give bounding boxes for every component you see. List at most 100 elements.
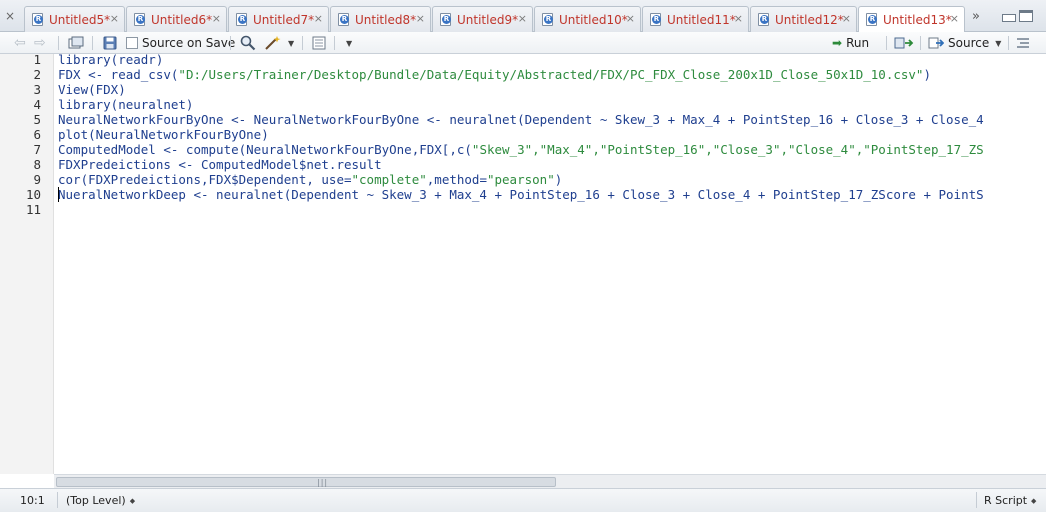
r-document-icon: R	[31, 12, 45, 27]
run-button[interactable]: ➡ Run	[832, 35, 869, 51]
tab-bar: × R Untitled5* × R Untitled6* × R Untitl…	[0, 0, 1046, 33]
forward-arrow-icon: ⇨	[34, 35, 46, 51]
status-divider	[976, 492, 977, 508]
close-tab-icon[interactable]: ×	[314, 13, 323, 25]
tab-label: Untitled13*	[883, 13, 952, 27]
outline-icon	[1017, 38, 1029, 48]
close-tab-icon[interactable]: ×	[950, 13, 959, 25]
r-document-icon: R	[235, 12, 249, 27]
r-document-icon: R	[133, 12, 147, 27]
text-cursor	[58, 187, 59, 202]
close-tab-icon[interactable]: ×	[110, 13, 119, 25]
code-line: library(neuralnet)	[58, 97, 194, 112]
magic-wand-icon	[265, 36, 281, 50]
toolbar-divider	[302, 36, 303, 50]
maximize-pane-icon[interactable]	[1019, 10, 1033, 22]
grip-icon: |||	[317, 478, 329, 487]
code-line: View(FDX)	[58, 82, 126, 97]
tab-label: Untitled7*	[253, 12, 315, 27]
back-button[interactable]: ⇦	[14, 35, 26, 51]
toolbar-divider	[230, 36, 231, 50]
tab-untitled8[interactable]: R Untitled8* ×	[330, 6, 431, 32]
r-document-icon: R	[337, 12, 351, 27]
r-document-icon: R	[649, 12, 663, 27]
chevron-down-icon: ▼	[995, 38, 1002, 48]
line-number: 8	[33, 157, 41, 172]
more-options-button[interactable]: ▼	[346, 35, 352, 51]
code-area[interactable]: library(readr) FDX <- read_csv("D:/Users…	[58, 54, 1046, 474]
toolbar-divider	[920, 36, 921, 50]
line-number: 9	[33, 172, 41, 187]
close-tab-icon[interactable]: ×	[626, 13, 635, 25]
code-line: NeuralNetworkFourByOne <- NeuralNetworkF…	[58, 112, 984, 127]
tab-untitled13[interactable]: R Untitled13* ×	[858, 6, 965, 33]
language-label: R Script	[984, 494, 1028, 507]
tab-untitled6[interactable]: R Untitled6* ×	[126, 6, 227, 32]
line-number: 5	[33, 112, 41, 127]
horizontal-scrollbar[interactable]: |||	[54, 474, 1046, 488]
code-line: ComputedModel <- compute(NeuralNetworkFo…	[58, 142, 984, 157]
tab-untitled5[interactable]: R Untitled5* ×	[24, 6, 125, 32]
show-in-window-icon	[68, 36, 84, 49]
search-icon	[240, 35, 256, 51]
document-outline-button[interactable]	[1016, 35, 1030, 51]
tab-untitled7[interactable]: R Untitled7* ×	[228, 6, 329, 32]
tab-label: Untitled10*	[559, 12, 628, 27]
tab-overflow-icon[interactable]: »	[972, 9, 980, 24]
find-replace-button[interactable]	[240, 35, 256, 51]
line-number: 11	[25, 202, 41, 217]
close-tab-icon[interactable]: ×	[842, 13, 851, 25]
code-tools-button[interactable]: ▼	[264, 35, 294, 51]
forward-button[interactable]: ⇨	[34, 35, 46, 51]
close-tab-icon[interactable]: ×	[518, 13, 527, 25]
scrollbar-thumb[interactable]: |||	[56, 477, 556, 487]
tab-untitled9[interactable]: R Untitled9* ×	[432, 6, 533, 32]
toolbar-divider	[58, 36, 59, 50]
tab-untitled12[interactable]: R Untitled12* ×	[750, 6, 857, 32]
status-divider	[57, 492, 58, 508]
rerun-icon	[894, 37, 914, 49]
tab-untitled11[interactable]: R Untitled11* ×	[642, 6, 749, 32]
scope-label: (Top Level)	[66, 494, 126, 507]
r-document-icon: R	[541, 12, 555, 27]
toolbar-divider	[92, 36, 93, 50]
close-tab-icon[interactable]: ×	[212, 13, 221, 25]
code-line: FDX <- read_csv("D:/Users/Trainer/Deskto…	[58, 67, 931, 82]
line-number: 7	[33, 142, 41, 157]
status-bar: 10:1 (Top Level) ◆ R Script ◆	[0, 488, 1046, 512]
chevron-down-icon: ▼	[346, 38, 353, 48]
close-all-icon[interactable]: ×	[4, 10, 16, 22]
chevron-down-icon: ▼	[288, 38, 295, 48]
run-label: Run	[846, 36, 870, 50]
source-on-save-checkbox[interactable]	[126, 37, 138, 49]
source-on-save-label: Source on Save	[142, 36, 236, 50]
source-on-save-toggle[interactable]: Source on Save	[126, 35, 235, 51]
toolbar-divider	[334, 36, 335, 50]
close-tab-icon[interactable]: ×	[416, 13, 425, 25]
editor-toolbar: ⇦ ⇨ Source on Save ▼ ▼ ➡ Run Source ▼	[0, 32, 1046, 54]
line-number-gutter: 1 2 3 4 5 6 7 8 9 10 11	[0, 52, 54, 474]
scope-selector[interactable]: (Top Level) ◆	[66, 494, 135, 507]
rerun-button[interactable]	[894, 35, 914, 51]
compile-report-button[interactable]	[312, 35, 326, 51]
tab-untitled10[interactable]: R Untitled10* ×	[534, 6, 641, 32]
code-line: library(readr)	[58, 54, 164, 67]
code-line: plot(NeuralNetworkFourByOne)	[58, 127, 269, 142]
code-line: NueralNetworkDeep <- neuralnet(Dependent…	[58, 187, 984, 202]
chevron-up-down-icon: ◆	[129, 496, 136, 505]
code-editor[interactable]: 1 2 3 4 5 6 7 8 9 10 11 library(readr) F…	[0, 52, 1046, 474]
line-number: 2	[33, 67, 41, 82]
language-selector[interactable]: R Script ◆	[984, 494, 1036, 507]
back-arrow-icon: ⇦	[14, 35, 26, 51]
tab-label: Untitled12*	[775, 12, 844, 27]
source-button[interactable]: Source ▼	[928, 35, 1001, 51]
close-tab-icon[interactable]: ×	[734, 13, 743, 25]
show-in-new-window-button[interactable]	[68, 35, 84, 51]
minimize-pane-icon[interactable]	[1002, 14, 1016, 22]
r-document-icon: R	[439, 12, 453, 27]
save-icon	[103, 36, 117, 50]
tab-label: Untitled11*	[667, 12, 736, 27]
run-arrow-icon: ➡	[832, 36, 843, 50]
line-number: 4	[33, 97, 41, 112]
save-button[interactable]	[103, 35, 117, 51]
